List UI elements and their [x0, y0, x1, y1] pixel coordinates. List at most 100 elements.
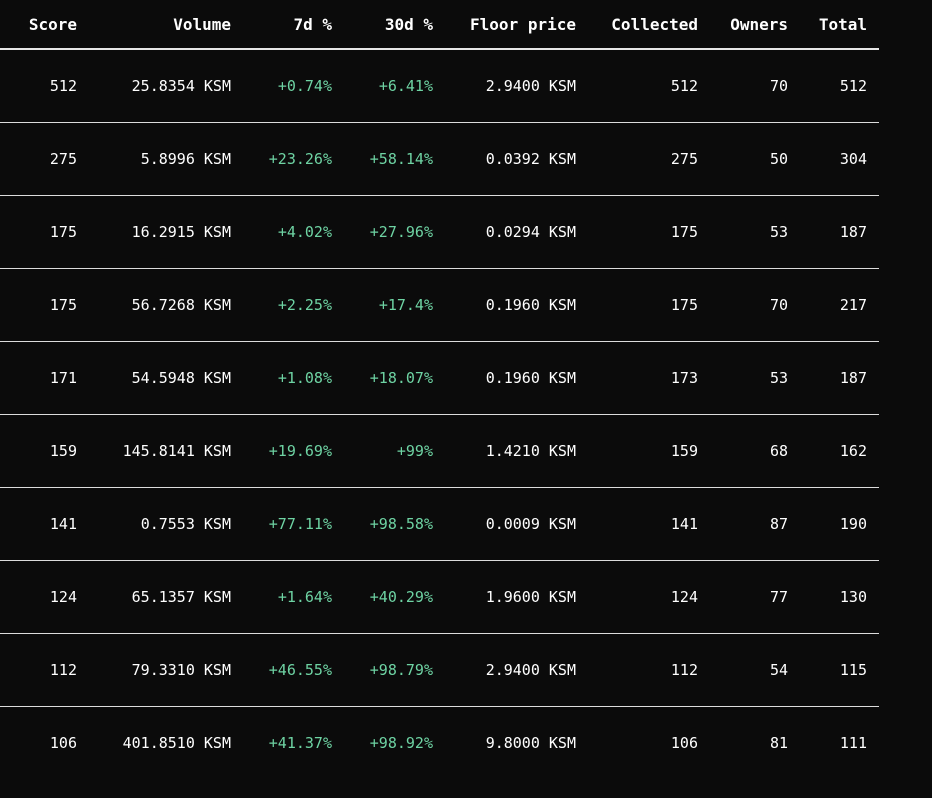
- change-30d-cell: +98.58%: [344, 487, 445, 561]
- score-cell: 512: [0, 49, 89, 123]
- volume-cell: 56.7268 KSM: [89, 268, 243, 342]
- floor-price-cell: 2.9400 KSM: [445, 633, 588, 707]
- owners-cell: 81: [769, 734, 788, 752]
- owners-cell: 50: [710, 122, 800, 196]
- column-header-total[interactable]: Total: [800, 0, 879, 50]
- total-cell: 217: [800, 268, 879, 342]
- owners-cell: 87: [710, 487, 800, 561]
- score-cell: 171: [0, 341, 89, 415]
- collections-table-container: Score Volume 7d % 30d % Floor price Coll…: [0, 0, 879, 779]
- table-row[interactable]: 159 145.8141 KSM +19.69% +99% 1.4210 KSM 159 6…: [0, 414, 879, 488]
- change-30d-cell: +18.07%: [344, 341, 445, 415]
- collected-cell: 512: [588, 49, 710, 123]
- score-cell: 175: [0, 268, 89, 342]
- change-7d-cell: +41.37%: [268, 734, 332, 752]
- column-header-floor-price[interactable]: Floor price: [445, 0, 588, 50]
- collected-cell: 159: [588, 414, 710, 488]
- change-7d-cell: +1.08%: [243, 341, 344, 415]
- column-header-7d-change[interactable]: 7d %: [243, 0, 344, 50]
- score-cell: 124: [0, 560, 89, 634]
- table-body: 512 25.8354 KSM +0.74% +6.41% 2.9400 KSM 512 7…: [0, 49, 879, 779]
- table-header-row: Score Volume 7d % 30d % Floor price Coll…: [0, 0, 879, 50]
- change-7d-cell: +1.64%: [243, 560, 344, 634]
- collected-cell: 141: [588, 487, 710, 561]
- owners-cell: 53: [710, 195, 800, 269]
- table-row[interactable]: 275 5.8996 KSM +23.26% +58.14% 0.0392 KSM 275…: [0, 122, 879, 196]
- floor-price-cell: 1.9600 KSM: [445, 560, 588, 634]
- volume-cell: 16.2915 KSM: [89, 195, 243, 269]
- column-header-collected[interactable]: Collected: [588, 0, 710, 50]
- change-7d-cell: +19.69%: [243, 414, 344, 488]
- table-row[interactable]: 171 54.5948 KSM +1.08% +18.07% 0.1960 KSM 173…: [0, 341, 879, 415]
- volume-cell: 5.8996 KSM: [89, 122, 243, 196]
- volume-cell: 54.5948 KSM: [89, 341, 243, 415]
- table-row[interactable]: 175 16.2915 KSM +4.02% +27.96% 0.0294 KSM 175…: [0, 195, 879, 269]
- change-30d-cell: +58.14%: [344, 122, 445, 196]
- floor-price-cell: 0.0392 KSM: [445, 122, 588, 196]
- total-cell: 115: [800, 633, 879, 707]
- score-cell: 275: [0, 122, 89, 196]
- table-row[interactable]: 124 65.1357 KSM +1.64% +40.29% 1.9600 KSM 124…: [0, 560, 879, 634]
- table-row[interactable]: 141 0.7553 KSM +77.11% +98.58% 0.0009 KSM 141…: [0, 487, 879, 561]
- total-cell: 304: [800, 122, 879, 196]
- collected-cell: 275: [588, 122, 710, 196]
- volume-cell: 401.8510 KSM: [122, 734, 231, 752]
- column-header-score[interactable]: Score: [0, 0, 89, 50]
- volume-cell: 79.3310 KSM: [89, 633, 243, 707]
- owners-cell: 70: [710, 268, 800, 342]
- score-cell: 159: [0, 414, 89, 488]
- volume-cell: 65.1357 KSM: [89, 560, 243, 634]
- collections-table: Score Volume 7d % 30d % Floor price Coll…: [0, 0, 879, 779]
- collected-cell: 112: [588, 633, 710, 707]
- column-header-30d-change[interactable]: 30d %: [344, 0, 445, 50]
- volume-cell: 0.7553 KSM: [89, 487, 243, 561]
- table-row[interactable]: 175 56.7268 KSM +2.25% +17.4% 0.1960 KSM 175 7…: [0, 268, 879, 342]
- score-cell: 112: [0, 633, 89, 707]
- total-cell: 512: [800, 49, 879, 123]
- total-cell: 130: [800, 560, 879, 634]
- volume-cell: 145.8141 KSM: [89, 414, 243, 488]
- score-cell: 106: [49, 734, 77, 752]
- score-cell: 141: [0, 487, 89, 561]
- total-cell: 190: [800, 487, 879, 561]
- total-cell: 187: [800, 195, 879, 269]
- table-row[interactable]: 112 79.3310 KSM +46.55% +98.79% 2.9400 KSM 11…: [0, 633, 879, 707]
- change-30d-cell: +17.4%: [344, 268, 445, 342]
- volume-cell: 25.8354 KSM: [89, 49, 243, 123]
- owners-cell: 77: [710, 560, 800, 634]
- collected-cell: 175: [588, 195, 710, 269]
- change-30d-cell: +99%: [344, 414, 445, 488]
- change-7d-cell: +0.74%: [243, 49, 344, 123]
- owners-cell: 68: [710, 414, 800, 488]
- column-header-owners[interactable]: Owners: [710, 0, 800, 50]
- total-cell: 162: [800, 414, 879, 488]
- change-7d-cell: +2.25%: [243, 268, 344, 342]
- floor-price-cell: 1.4210 KSM: [445, 414, 588, 488]
- column-header-volume[interactable]: Volume: [89, 0, 243, 50]
- floor-price-cell: 0.0294 KSM: [445, 195, 588, 269]
- change-30d-cell: +98.79%: [344, 633, 445, 707]
- change-7d-cell: +4.02%: [243, 195, 344, 269]
- owners-cell: 54: [710, 633, 800, 707]
- collected-cell: 124: [588, 560, 710, 634]
- change-30d-cell: +6.41%: [344, 49, 445, 123]
- floor-price-cell: 0.0009 KSM: [445, 487, 588, 561]
- table-row[interactable]: 512 25.8354 KSM +0.74% +6.41% 2.9400 KSM 512 7…: [0, 49, 879, 123]
- total-cell: 111: [839, 734, 867, 752]
- floor-price-cell: 2.9400 KSM: [445, 49, 588, 123]
- floor-price-cell: 0.1960 KSM: [445, 268, 588, 342]
- change-30d-cell: +27.96%: [344, 195, 445, 269]
- collected-cell: 173: [588, 341, 710, 415]
- change-30d-cell: +40.29%: [344, 560, 445, 634]
- table-row[interactable]: 106 401.8510 KSM +41.37% +98.92% 9.8000 KSM 1…: [0, 707, 879, 780]
- owners-cell: 53: [710, 341, 800, 415]
- change-7d-cell: +77.11%: [243, 487, 344, 561]
- collected-cell: 175: [588, 268, 710, 342]
- floor-price-cell: 9.8000 KSM: [485, 734, 576, 752]
- change-7d-cell: +46.55%: [243, 633, 344, 707]
- floor-price-cell: 0.1960 KSM: [445, 341, 588, 415]
- change-7d-cell: +23.26%: [243, 122, 344, 196]
- collected-cell: 106: [670, 734, 698, 752]
- total-cell: 187: [800, 341, 879, 415]
- owners-cell: 70: [710, 49, 800, 123]
